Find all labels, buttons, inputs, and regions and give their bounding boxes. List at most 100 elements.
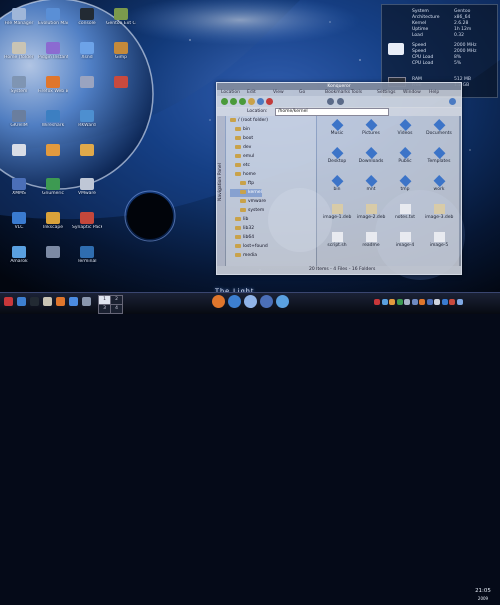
mail-icon[interactable] [69, 297, 78, 306]
file-item[interactable]: image-4 [391, 232, 419, 248]
location-input[interactable]: /home/kernel [275, 108, 389, 116]
file-manager-window[interactable]: Konqueror Location Edit View Go Bookmarks Too… [216, 82, 462, 275]
desktop-icon[interactable] [38, 246, 68, 259]
tree-item[interactable]: dev [230, 144, 251, 152]
desktop-icon[interactable]: GKrellM [4, 110, 34, 128]
back-icon[interactable] [221, 98, 228, 105]
tree-item[interactable]: / (root folder) [230, 117, 268, 125]
desktop-icon[interactable]: Evolution Mail [38, 8, 68, 26]
file-item[interactable]: work [425, 175, 453, 192]
desktop-icon[interactable]: VLC [4, 212, 34, 230]
file-item[interactable]: image-5 [425, 232, 453, 248]
desktop-icon[interactable]: Home (folder) [4, 42, 34, 60]
file-item[interactable]: Pictures [357, 119, 385, 136]
tree-item[interactable]: media [230, 252, 257, 260]
tree-item[interactable]: ftp [230, 180, 254, 188]
desktop-icon[interactable] [72, 144, 102, 157]
desktop-icon[interactable]: Firefox Web Browser [38, 76, 68, 94]
firefox-dock-icon[interactable] [212, 295, 225, 308]
tray-icon[interactable] [419, 299, 425, 305]
tray-icon[interactable] [441, 299, 448, 305]
file-item[interactable]: Templates [425, 147, 453, 164]
desktop-icon[interactable]: File Manager [4, 8, 34, 26]
file-item[interactable]: mnt [357, 175, 385, 192]
tray-icon[interactable] [456, 299, 463, 305]
stop-icon[interactable] [266, 98, 273, 105]
file-item[interactable]: Music [323, 119, 351, 136]
file-item[interactable]: Documents [425, 119, 453, 136]
file-item[interactable]: image-2.deb [357, 204, 385, 220]
home-folder-icon[interactable] [43, 297, 52, 306]
desktop-icon[interactable]: Pidgin Instant Msgr [38, 42, 68, 60]
tree-item[interactable]: vmware [230, 198, 266, 206]
desktop-icon[interactable]: Synaptic Package Mgr [72, 212, 102, 230]
tree-item[interactable]: lib32 [230, 225, 254, 233]
reload-icon[interactable] [257, 98, 264, 105]
file-item[interactable]: script.sh [323, 232, 351, 248]
network-dock-icon[interactable] [244, 295, 257, 308]
window-title[interactable]: Konqueror [217, 83, 461, 90]
zoom-icon[interactable] [337, 98, 344, 105]
tree-item[interactable]: lib64 [230, 234, 254, 242]
mail-dock-icon[interactable] [260, 295, 273, 308]
tree-item[interactable]: kernel [230, 189, 262, 197]
tree-item[interactable]: etc [230, 162, 250, 170]
desktop-icon[interactable]: Inkscape [38, 212, 68, 230]
desktop-icon[interactable]: Terminal [72, 246, 102, 264]
tray-icon[interactable] [449, 299, 455, 305]
up-icon[interactable] [239, 98, 246, 105]
desktop-icon[interactable]: Gentoo Ext Config [106, 8, 136, 26]
desktop-icon[interactable]: console [72, 8, 102, 26]
tree-item[interactable]: home [230, 171, 256, 179]
tree-item[interactable]: system [230, 207, 264, 215]
file-item[interactable]: readme [357, 232, 385, 248]
clock[interactable]: 21:05 2009 [468, 586, 498, 605]
view-mode-icon[interactable] [327, 98, 334, 105]
desktop-icon[interactable]: VMware [72, 178, 102, 196]
file-item[interactable]: bin [323, 175, 351, 192]
file-item[interactable]: Public [391, 147, 419, 164]
file-item[interactable]: Desktop [323, 147, 351, 164]
desktop-icon[interactable] [4, 144, 34, 157]
settings-icon[interactable] [82, 297, 91, 306]
browser-icon[interactable] [56, 297, 65, 306]
tray-icon[interactable] [411, 299, 418, 305]
tree-item[interactable]: lost+found [230, 243, 268, 251]
tray-icon[interactable] [404, 299, 410, 305]
desktop-icon[interactable]: Wireshark [38, 110, 68, 128]
desktop-icon[interactable]: System [4, 76, 34, 94]
file-item[interactable]: Videos [391, 119, 419, 136]
tray-icon[interactable] [396, 299, 403, 305]
tree-item[interactable]: lib [230, 216, 248, 224]
tray-icon[interactable] [374, 299, 380, 305]
navigation-panel-tab[interactable]: Navigation Panel [217, 116, 225, 266]
file-item[interactable]: image-1.deb [323, 204, 351, 220]
music-dock-icon[interactable] [276, 295, 289, 308]
tree-item[interactable]: boot [230, 135, 253, 143]
show-desktop-icon[interactable] [17, 297, 26, 306]
forward-icon[interactable] [230, 98, 237, 105]
file-item[interactable]: Downloads [357, 147, 385, 164]
tray-icon[interactable] [426, 299, 433, 305]
desktop-icon[interactable]: RKWard [72, 110, 102, 128]
tray-icon[interactable] [434, 299, 440, 305]
file-item[interactable]: tmp [391, 175, 419, 192]
file-item[interactable]: notes.txt [391, 204, 419, 220]
terminal-icon[interactable] [30, 297, 39, 306]
tree-item[interactable]: emul [230, 153, 254, 161]
desktop-icon[interactable]: Xsnd [72, 42, 102, 60]
desktop-icon[interactable]: Gnumeric [38, 178, 68, 196]
home-icon[interactable] [248, 98, 255, 105]
desktop-icon[interactable] [106, 76, 136, 89]
desktop-icon[interactable]: XMMS [4, 178, 34, 196]
desktop-icon[interactable]: Amarok [4, 246, 34, 264]
file-item[interactable]: image-3.deb [425, 204, 453, 220]
desktop-icon[interactable]: Gimp [106, 42, 136, 60]
tree-item[interactable]: bin [230, 126, 250, 134]
globe-dock-icon[interactable] [228, 295, 241, 308]
desktop-icon[interactable] [38, 144, 68, 157]
tray-icon[interactable] [381, 299, 388, 305]
tray-icon[interactable] [389, 299, 395, 305]
desktop-icon[interactable] [72, 76, 102, 89]
debian-menu-icon[interactable] [4, 297, 13, 306]
